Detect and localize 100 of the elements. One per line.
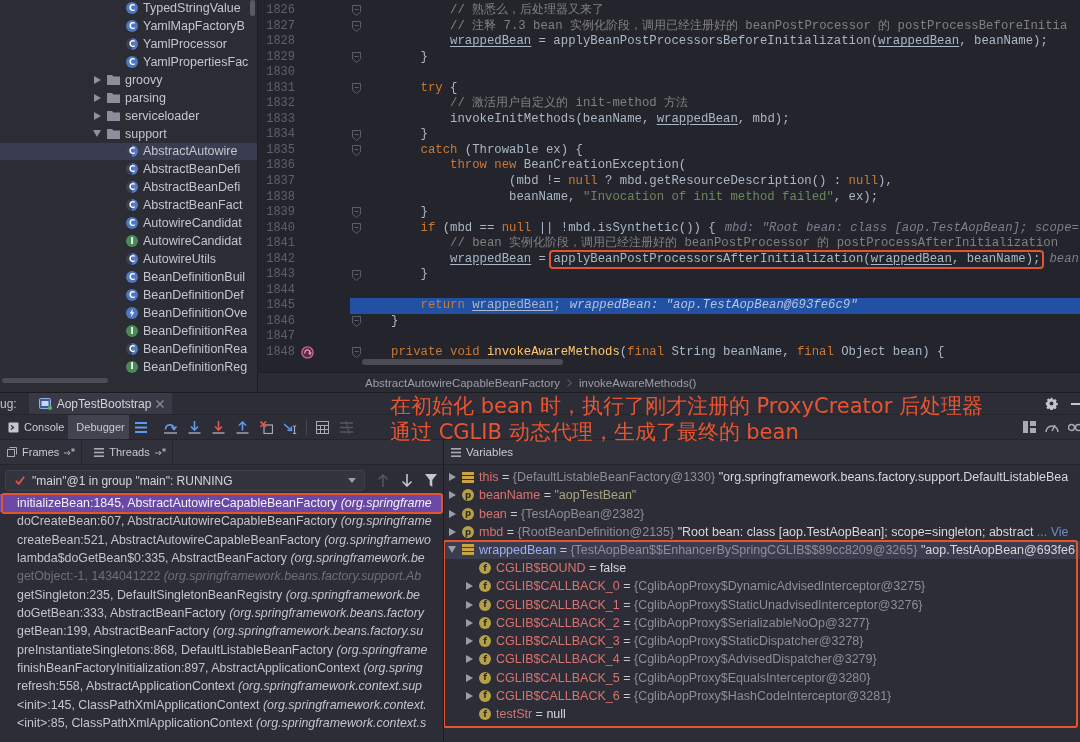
tree-item[interactable]: groovy <box>0 70 257 89</box>
stack-frame[interactable]: lambda$doGetBean$0:335, AbstractBeanFactory (org.springframework.be <box>0 549 443 568</box>
glasses-icon[interactable] <box>1068 422 1080 432</box>
variable-row[interactable]: f CGLIB$CALLBACK_2 = {CglibAopProxy$SerializableNoOp@3277} <box>444 613 1080 632</box>
caret-right-icon[interactable] <box>465 637 473 646</box>
chevron-icon <box>566 378 572 387</box>
tree-item[interactable]: I BeanDefinitionRea <box>0 321 257 340</box>
tree-item[interactable]: C YamlProcessor <box>0 34 257 53</box>
tree-item[interactable]: C AbstractBeanDefi <box>0 178 257 197</box>
horizontal-scrollbar[interactable] <box>362 359 563 365</box>
caret-right-icon[interactable] <box>465 618 473 627</box>
variable-row[interactable]: p mbd = {RootBeanDefinition@2135} "Root bean: class [aop.TestAopBean]; scope=singleton; abstract ... Vie <box>444 522 1080 541</box>
vertical-scrollbar[interactable] <box>250 0 255 16</box>
session-tab[interactable]: AopTestBootstrap <box>28 393 173 414</box>
tree-item[interactable]: C YamlMapFactoryB <box>0 16 257 35</box>
caret-right-icon[interactable] <box>465 655 473 664</box>
variable-row[interactable]: f CGLIB$CALLBACK_1 = {CglibAopProxy$StaticUnadvisedInterceptor@3276} <box>444 595 1080 614</box>
calculator-icon[interactable] <box>315 420 329 434</box>
tree-item[interactable]: BeanDefinitionOve <box>0 303 257 322</box>
tree-item[interactable]: I BeanDefinitionReg <box>0 357 257 376</box>
variable-row[interactable]: f CGLIB$CALLBACK_0 = {CglibAopProxy$DynamicAdvisedInterceptor@3275} <box>444 577 1080 596</box>
tree-item[interactable]: C TypedStringValue <box>0 0 257 17</box>
breadcrumb[interactable]: AbstractAutowireCapableBeanFactory <box>365 376 560 389</box>
stack-frame[interactable]: preInstantiateSingletons:868, DefaultListableBeanFactory (org.springframe <box>0 640 443 659</box>
variable-row[interactable]: p bean = {TestAopBean@2382} <box>444 504 1080 523</box>
caret-right-icon[interactable] <box>465 582 473 591</box>
variable-row[interactable]: f CGLIB$CALLBACK_5 = {CglibAopProxy$EqualsInterceptor@3280} <box>444 668 1080 687</box>
tree-item[interactable]: C AbstractBeanFact <box>0 196 257 215</box>
annotation-text: 通过 CGLIB 动态代理，生成了最终的 bean <box>390 419 799 445</box>
arrow-icon[interactable] <box>64 448 76 456</box>
down-arrow-icon[interactable] <box>401 474 413 487</box>
panel-tab[interactable]: Threads <box>94 440 173 464</box>
panel-tab[interactable]: Frames <box>7 440 83 464</box>
cursor-arrow-icon[interactable] <box>283 420 297 434</box>
tree-item[interactable]: C BeanDefinitionRea <box>0 339 257 358</box>
lines-icon[interactable] <box>134 421 147 433</box>
caret-right-icon[interactable] <box>93 93 101 102</box>
stack-frame[interactable]: doCreateBean:607, AbstractAutowireCapableBeanFactory (org.springframe <box>0 512 443 531</box>
caret-right-icon[interactable] <box>448 473 456 482</box>
caret-right-icon[interactable] <box>465 673 473 682</box>
caret-down-icon[interactable] <box>448 546 456 554</box>
stack-frame[interactable]: getBean:199, AbstractBeanFactory (org.springframework.beans.factory.su <box>0 622 443 641</box>
stack-frame[interactable]: <init>:145, ClassPathXmlApplicationContext (org.springframework.context. <box>0 695 443 714</box>
settings-icon[interactable] <box>1045 397 1058 410</box>
stack-frame[interactable]: createBean:521, AbstractAutowireCapableBeanFactory (org.springframewo <box>0 530 443 549</box>
stack-frame[interactable]: refresh:558, AbstractApplicationContext (org.springframework.context.sup <box>0 677 443 696</box>
code-text: // 激活用户自定义的 init-method 方法 <box>450 96 689 112</box>
variable-row[interactable]: f CGLIB$CALLBACK_6 = {CglibAopProxy$HashCodeInterceptor@3281} <box>444 686 1080 705</box>
arrow-icon[interactable] <box>154 448 166 456</box>
caret-right-icon[interactable] <box>93 111 101 120</box>
filter-icon[interactable] <box>425 474 437 487</box>
tree-item[interactable]: I AutowireCandidat <box>0 232 257 251</box>
caret-right-icon[interactable] <box>465 600 473 609</box>
line-number: 1841 <box>265 236 295 252</box>
close-icon[interactable] <box>156 399 165 408</box>
tree-item[interactable]: C BeanDefinitionBuil <box>0 268 257 286</box>
layout-icon[interactable] <box>1023 421 1036 433</box>
stack-frame[interactable]: doGetBean:333, AbstractBeanFactory (org.springframework.beans.factory <box>0 603 443 623</box>
variable-row[interactable]: f CGLIB$CALLBACK_4 = {CglibAopProxy$AdvisedDispatcher@3279} <box>444 650 1080 669</box>
caret-down-icon[interactable] <box>93 130 101 138</box>
tree-item[interactable]: C AbstractAutowire <box>0 142 257 161</box>
down-arrow-icon[interactable] <box>211 420 225 434</box>
tree-item[interactable]: C AutowireUtils <box>0 250 257 269</box>
field-badge: f <box>479 598 491 611</box>
stack-frame[interactable]: finishBeanFactoryInitialization:897, AbstractApplicationContext (org.spring <box>0 658 443 678</box>
tree-item[interactable]: C AutowireCandidat <box>0 214 257 233</box>
folder-icon <box>107 110 120 122</box>
thread-dropdown[interactable]: "main"@1 in group "main": RUNNING <box>5 470 365 491</box>
caret-right-icon[interactable] <box>448 509 456 518</box>
panel-tab[interactable]: Debugger <box>68 415 129 439</box>
variable-row[interactable]: this = {DefaultListableBeanFactory@1330} "org.springframework.beans.factory.support.DefaultListableBea <box>444 468 1080 487</box>
stack-frame[interactable]: initializeBean:1845, AbstractAutowireCapableBeanFactory (org.springframe <box>0 494 443 513</box>
tree-item[interactable]: support <box>0 124 257 143</box>
tree-item[interactable]: C AbstractBeanDefi <box>0 160 257 179</box>
tree-item[interactable]: C YamlPropertiesFac <box>0 52 257 71</box>
tree-item[interactable]: serviceloader <box>0 106 257 125</box>
caret-right-icon[interactable] <box>93 75 101 84</box>
cross-icon[interactable] <box>259 420 273 434</box>
variable-row[interactable]: p beanName = "aopTestBean" <box>444 486 1080 505</box>
minimize-icon[interactable] <box>1071 402 1080 405</box>
caret-right-icon[interactable] <box>448 491 456 500</box>
tree-item[interactable]: C BeanDefinitionDef <box>0 286 257 304</box>
tree-item[interactable]: parsing <box>0 88 257 107</box>
line-number: 1842 <box>265 251 295 268</box>
variable-row[interactable]: f CGLIB$CALLBACK_3 = {CglibAopProxy$StaticDispatcher@3278} <box>444 631 1080 651</box>
caret-right-icon[interactable] <box>465 691 473 700</box>
variable-row[interactable]: f CGLIB$BOUND = false <box>444 559 1080 578</box>
view-link[interactable]: ... Vie <box>1036 524 1069 539</box>
class-badge: C <box>126 217 138 230</box>
down-arrow-icon[interactable] <box>187 420 201 434</box>
class-badge: C <box>126 55 138 68</box>
caret-right-icon[interactable] <box>448 527 456 536</box>
horizontal-scrollbar[interactable] <box>2 378 108 383</box>
code-text: (mbd != null ? mbd.getResourceDescription() : null), <box>509 174 893 190</box>
variable-row[interactable]: f testStr = null <box>444 704 1080 724</box>
line-number: 1846 <box>265 313 295 330</box>
stack-frame[interactable]: getSingleton:235, DefaultSingletonBeanRegistry (org.springframework.be <box>0 585 443 604</box>
breadcrumb[interactable]: invokeAwareMethods() <box>578 376 697 389</box>
stack-frame[interactable]: <init>:85, ClassPathXmlApplicationContext (org.springframework.context.s <box>0 713 443 733</box>
panel-tab[interactable]: Console <box>0 415 69 439</box>
